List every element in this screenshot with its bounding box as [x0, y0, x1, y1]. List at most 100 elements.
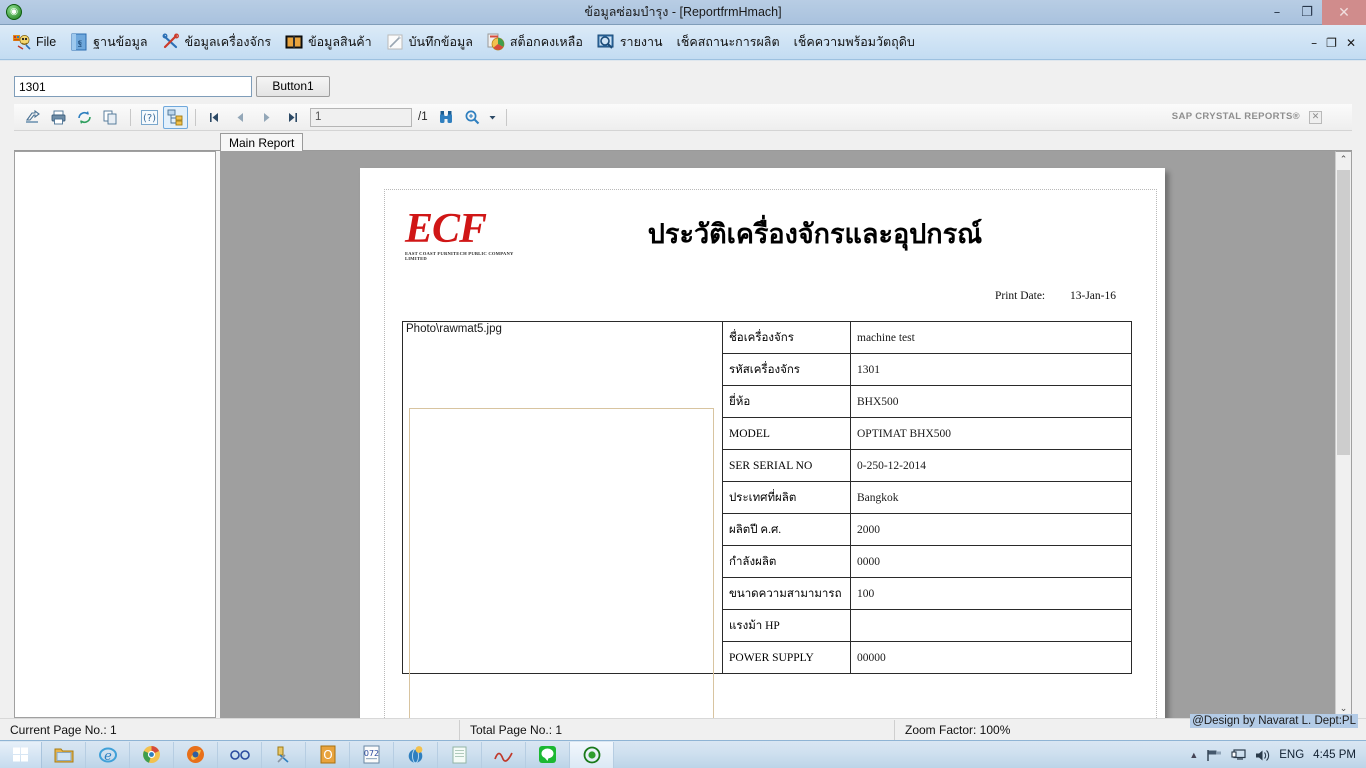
- export-icon[interactable]: [20, 106, 45, 129]
- svg-text:(?): (?): [143, 113, 156, 124]
- menu-item-database[interactable]: ฐ ฐานข้อมูล: [63, 27, 154, 57]
- page-number-input[interactable]: [310, 107, 412, 127]
- last-page-icon[interactable]: [280, 106, 305, 129]
- report-vertical-scrollbar[interactable]: ⌃ ⌄: [1335, 151, 1352, 718]
- logo-subtext: EAST COAST FURNITECH PUBLIC COMPANY LIMI…: [405, 251, 514, 261]
- taskbar-app-teamviewer[interactable]: [218, 741, 262, 768]
- brand-close-icon[interactable]: ✕: [1309, 111, 1322, 124]
- row-value: machine test: [850, 321, 1132, 354]
- taskbar-app-internet-explorer[interactable]: e: [86, 741, 130, 768]
- row-key: ผลิตปี ค.ศ.: [722, 513, 851, 546]
- button1-button[interactable]: Button1: [256, 76, 330, 97]
- first-page-icon[interactable]: [202, 106, 227, 129]
- refresh-icon[interactable]: [72, 106, 97, 129]
- windows-start-icon[interactable]: [0, 741, 42, 768]
- toolbar-separator-3: [505, 108, 507, 126]
- taskbar-app-firefox[interactable]: [174, 741, 218, 768]
- find-binoculars-icon[interactable]: [434, 106, 459, 129]
- machine-code-input[interactable]: [14, 76, 252, 97]
- taskbar-app-audacity[interactable]: [482, 741, 526, 768]
- row-value: 2000: [850, 513, 1132, 546]
- taskbar-app-office[interactable]: O: [306, 741, 350, 768]
- menu-item-product-data[interactable]: ข้อมูลสินค้า: [278, 27, 379, 57]
- maximize-button[interactable]: ❐: [1292, 0, 1322, 25]
- monitor-icon[interactable]: [1231, 748, 1246, 762]
- help-icon[interactable]: (?): [137, 106, 162, 129]
- taskbar-app-report-072[interactable]: 072: [350, 741, 394, 768]
- menu-item-report[interactable]: รายงาน: [590, 27, 670, 57]
- window-titlebar: ◉ ข้อมูลซ่อมบำรุง - [ReportfrmHmach] – ❐…: [0, 0, 1366, 25]
- windows-taskbar: e O 072 ▲ ENG 4:45 PM: [0, 740, 1366, 768]
- status-current-page: Current Page No.: 1: [0, 719, 460, 740]
- report-page: ECF EAST COAST FURNITECH PUBLIC COMPANY …: [360, 168, 1165, 718]
- mdi-minimize-button[interactable]: –: [1311, 36, 1317, 50]
- report-title: ประวัติเครื่องจักรและอุปกรณ์: [647, 219, 983, 249]
- menu-item-check-material-readiness[interactable]: เช็คความพร้อมวัตถุดิบ: [787, 27, 922, 57]
- menu-item-machine-data[interactable]: ข้อมูลเครื่องจักร: [155, 27, 279, 57]
- taskbar-app-globe[interactable]: [394, 741, 438, 768]
- taskbar-app-snipping-tool[interactable]: [262, 741, 306, 768]
- taskbar-app-maintenance[interactable]: [570, 741, 614, 768]
- taskbar-app-chrome[interactable]: [130, 741, 174, 768]
- row-value: OPTIMAT BHX500: [850, 417, 1132, 450]
- tab-main-report[interactable]: Main Report: [220, 133, 304, 152]
- row-value: [850, 609, 1132, 642]
- tools-icon: [162, 33, 180, 51]
- stock-chart-icon: [487, 33, 505, 51]
- next-page-icon[interactable]: [254, 106, 279, 129]
- svg-text:ฐ: ฐ: [78, 38, 82, 47]
- report-072-icon: 072: [363, 745, 380, 764]
- minimize-button[interactable]: –: [1262, 0, 1292, 25]
- report-page-body: ECF EAST COAST FURNITECH PUBLIC COMPANY …: [384, 189, 1157, 718]
- row-value: Bangkok: [850, 481, 1132, 514]
- svg-text:072: 072: [364, 749, 379, 758]
- taskbar-app-line[interactable]: [526, 741, 570, 768]
- taskbar-app-notepad[interactable]: [438, 741, 482, 768]
- photo-placeholder-box: [409, 408, 714, 718]
- note-pencil-icon: [386, 33, 404, 51]
- language-indicator[interactable]: ENG: [1279, 749, 1304, 761]
- scrollbar-thumb[interactable]: [1337, 170, 1350, 455]
- menu-item-check-production-status[interactable]: เช็คสถานะการผลิต: [670, 27, 787, 57]
- product-book-icon: [285, 33, 303, 51]
- window-controls: – ❐ ✕: [1262, 0, 1366, 25]
- report-canvas: ECF EAST COAST FURNITECH PUBLIC COMPANY …: [220, 151, 1352, 718]
- menu-item-record-data-label: บันทึกข้อมูล: [408, 35, 473, 49]
- row-key: POWER SUPPLY: [722, 641, 851, 674]
- file-penguin-icon: [13, 33, 31, 51]
- print-icon[interactable]: [46, 106, 71, 129]
- menu-item-record-data[interactable]: บันทึกข้อมูล: [379, 27, 480, 57]
- row-key: ชื่อเครื่องจักร: [722, 321, 851, 354]
- zoom-icon[interactable]: [460, 106, 485, 129]
- system-tray: ▲ ENG 4:45 PM: [1189, 741, 1362, 768]
- svg-text:O: O: [323, 748, 332, 762]
- crystal-reports-brand: SAP CRYSTAL REPORTS®: [1171, 111, 1300, 122]
- design-credit-label: @Design by Navarat L. Dept:PL: [1190, 714, 1358, 728]
- previous-page-icon[interactable]: [228, 106, 253, 129]
- menu-item-stock-remaining[interactable]: สต็อกคงเหลือ: [480, 27, 590, 57]
- line-messenger-icon: [539, 746, 556, 763]
- toolbar-separator-2: [195, 108, 196, 126]
- table-row: Photo\rawmat5.jpg ชื่อเครื่องจักร machin…: [402, 321, 1132, 718]
- taskbar-app-file-explorer[interactable]: [42, 741, 86, 768]
- copy-icon[interactable]: [98, 106, 123, 129]
- close-button[interactable]: ✕: [1322, 0, 1366, 25]
- group-tree-icon[interactable]: [163, 105, 188, 129]
- menu-item-file[interactable]: File: [6, 27, 63, 57]
- chevron-down-icon[interactable]: [486, 106, 499, 129]
- file-explorer-icon: [54, 748, 73, 762]
- network-icon[interactable]: [1207, 749, 1222, 762]
- menu-item-product-data-label: ข้อมูลสินค้า: [308, 35, 372, 49]
- taskbar-clock[interactable]: 4:45 PM: [1313, 749, 1356, 761]
- show-hidden-icons-button[interactable]: ▲: [1189, 750, 1198, 760]
- group-tree-panel[interactable]: [14, 151, 216, 718]
- chrome-icon: [143, 746, 160, 763]
- row-value: 0-250-12-2014: [850, 449, 1132, 482]
- mdi-restore-button[interactable]: ❐: [1326, 36, 1337, 50]
- volume-icon[interactable]: [1255, 749, 1270, 762]
- menu-item-file-label: File: [36, 35, 57, 49]
- viewer-toolbar: (?) 1 /1 SAP CRYSTAL REPORTS® ✕: [14, 104, 1352, 131]
- snipping-tool-icon: [277, 746, 289, 763]
- scroll-up-icon[interactable]: ⌃: [1336, 152, 1351, 168]
- mdi-close-button[interactable]: ✕: [1346, 36, 1356, 50]
